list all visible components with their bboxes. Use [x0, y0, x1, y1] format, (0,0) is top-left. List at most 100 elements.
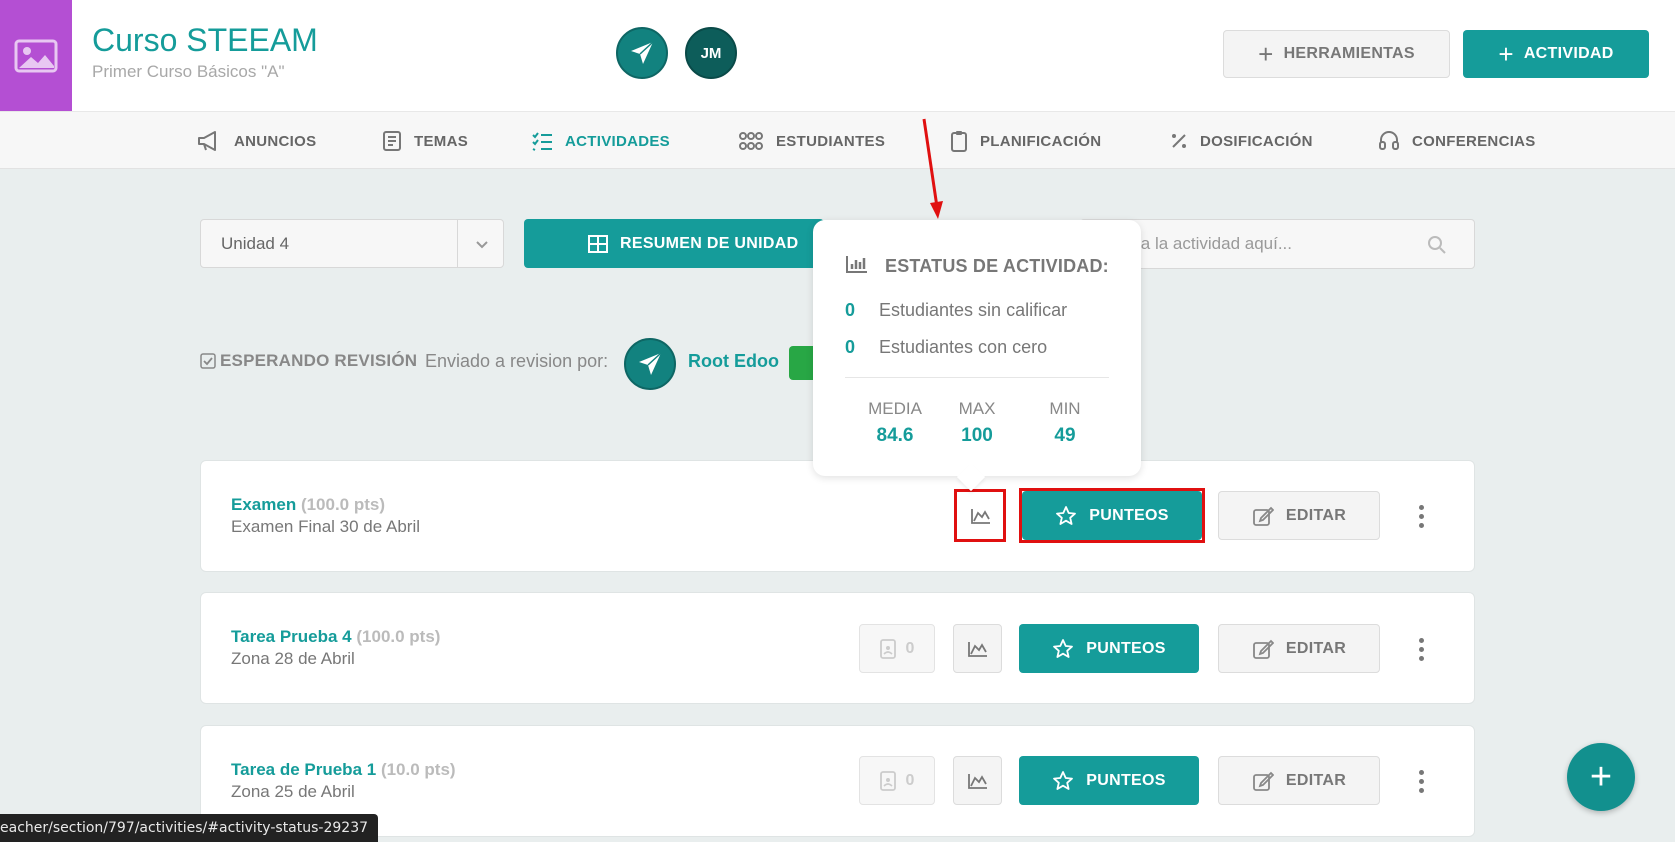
edit-icon — [1253, 506, 1274, 526]
search-icon[interactable] — [1426, 234, 1448, 256]
unit-summary-button[interactable]: RESUMEN DE UNIDAD — [524, 219, 824, 268]
course-header: Curso STEEAM Primer Curso Básicos "A" JM… — [0, 0, 1675, 111]
edit-label: EDITAR — [1285, 506, 1347, 524]
area-chart-icon — [967, 641, 987, 657]
max-value: 100 — [961, 425, 993, 446]
tools-button-label: HERRAMIENTAS — [1283, 45, 1415, 62]
headset-icon — [1379, 131, 1399, 150]
more-options-icon[interactable] — [1411, 501, 1431, 531]
tab-conferences[interactable]: CONFERENCIAS — [1378, 112, 1536, 170]
popover-title: ESTATUS DE ACTIVIDAD: — [885, 256, 1109, 276]
edit-label: EDITAR — [1285, 639, 1347, 657]
max-label: MAX — [958, 399, 996, 418]
school-avatar[interactable] — [616, 27, 668, 79]
tab-activities[interactable]: ACTIVIDADES — [531, 112, 670, 170]
document-icon — [879, 638, 896, 659]
min-label: MIN — [1049, 399, 1081, 418]
tab-announcements[interactable]: ANUNCIOS — [196, 112, 316, 170]
zero-row: 0 Estudiantes con cero — [845, 337, 1047, 358]
edit-button[interactable]: EDITAR — [1218, 624, 1380, 673]
scores-button[interactable]: PUNTEOS — [1019, 624, 1199, 673]
activity-points: (100.0 pts) — [356, 627, 441, 646]
edit-button[interactable]: EDITAR — [1218, 491, 1380, 540]
submissions-count-button[interactable]: 0 — [859, 624, 935, 673]
activity-subtitle: Examen Final 30 de Abril — [231, 517, 420, 536]
ungraded-row: 0 Estudiantes sin calificar — [845, 300, 1067, 321]
submissions-count-button[interactable]: 0 — [859, 756, 935, 805]
tab-label: ACTIVIDADES — [565, 132, 670, 150]
unit-select[interactable]: Unidad 4 — [200, 219, 504, 268]
reviewer-name[interactable]: Root Edoo — [688, 351, 779, 372]
activity-title: Tarea de Prueba 1 — [231, 760, 377, 779]
document-icon — [879, 770, 896, 791]
activity-stats-button[interactable] — [953, 756, 1002, 805]
star-icon — [1053, 770, 1074, 790]
activity-stats-button[interactable] — [953, 624, 1002, 673]
course-title: Curso STEEAM — [92, 22, 318, 58]
image-icon — [14, 39, 58, 72]
max-stat: MAX 100 — [937, 399, 1017, 447]
more-options-icon[interactable] — [1411, 634, 1431, 664]
more-options-icon[interactable] — [1411, 766, 1431, 796]
megaphone-icon — [198, 131, 216, 151]
tab-label: ANUNCIOS — [234, 132, 317, 150]
course-subtitle: Primer Curso Básicos "A" — [92, 62, 285, 81]
activity-title: Tarea Prueba 4 — [231, 627, 352, 646]
scores-label: PUNTEOS — [1086, 639, 1166, 657]
activity-title-line[interactable]: Tarea de Prueba 1 (10.0 pts) — [231, 760, 456, 780]
course-image[interactable] — [0, 0, 72, 111]
browser-status-url: eacher/section/797/activities/#activity-… — [0, 814, 379, 842]
tab-label: ESTUDIANTES — [776, 132, 886, 150]
mean-stat: MEDIA 84.6 — [855, 399, 935, 447]
paper-plane-icon — [631, 41, 654, 64]
ungraded-label: Estudiantes sin calificar — [879, 300, 1068, 320]
zero-count: 0 — [845, 337, 856, 357]
ungraded-count: 0 — [845, 300, 856, 320]
tab-topics[interactable]: TEMAS — [382, 112, 468, 170]
tab-label: TEMAS — [414, 132, 468, 150]
min-value: 49 — [1054, 425, 1076, 446]
unit-summary-label: RESUMEN DE UNIDAD — [620, 234, 799, 252]
paper-plane-icon — [639, 352, 662, 375]
submissions-count: 0 — [905, 771, 915, 789]
people-icon — [739, 132, 763, 150]
min-stat: MIN 49 — [1025, 399, 1105, 447]
floating-add-button[interactable]: + — [1567, 743, 1635, 811]
tab-label: PLANIFICACIÓN — [980, 132, 1102, 150]
edit-icon — [1253, 771, 1274, 791]
edit-button[interactable]: EDITAR — [1218, 756, 1380, 805]
activity-subtitle: Zona 25 de Abril — [231, 782, 355, 801]
tab-label: DOSIFICACIÓN — [1200, 132, 1313, 150]
add-activity-button[interactable]: + ACTIVIDAD — [1463, 30, 1649, 78]
activity-points: (10.0 pts) — [380, 760, 456, 779]
sent-by-label: Enviado a revision por: — [425, 351, 609, 371]
course-navbar: ANUNCIOS TEMAS ACTIVIDADES ESTUDIANTES P… — [0, 111, 1675, 169]
annotation-arrow-icon — [922, 118, 943, 219]
activity-title-line[interactable]: Tarea Prueba 4 (100.0 pts) — [231, 627, 440, 647]
clipboard-icon — [951, 131, 967, 152]
edit-icon — [1253, 639, 1274, 659]
highlight-box — [954, 489, 1006, 542]
tab-dosage[interactable]: DOSIFICACIÓN — [1170, 112, 1313, 170]
tab-label: CONFERENCIAS — [1412, 132, 1536, 150]
tab-students[interactable]: ESTUDIANTES — [738, 112, 885, 170]
reviewer-avatar[interactable] — [624, 338, 676, 390]
activity-title-line[interactable]: Examen (100.0 pts) — [231, 495, 385, 515]
user-avatar[interactable]: JM — [685, 27, 737, 79]
tools-button[interactable]: + HERRAMIENTAS — [1223, 30, 1450, 78]
plus-icon: + — [1258, 39, 1274, 69]
mean-value: 84.6 — [876, 425, 914, 446]
scores-button[interactable]: PUNTEOS — [1019, 756, 1199, 805]
activity-points: (100.0 pts) — [300, 495, 386, 514]
book-icon — [383, 131, 401, 151]
grid-icon — [588, 234, 608, 253]
chevron-down-icon — [476, 241, 488, 249]
tab-planning[interactable]: PLANIFICACIÓN — [950, 112, 1101, 170]
checklist-icon — [532, 132, 552, 151]
area-chart-icon — [967, 773, 987, 789]
activity-status-popover: ESTATUS DE ACTIVIDAD: 0 Estudiantes sin c… — [813, 220, 1141, 476]
popover-divider — [845, 377, 1109, 378]
activity-title: Examen — [231, 495, 297, 514]
select-divider — [457, 220, 458, 267]
plus-icon: + — [1589, 755, 1613, 798]
